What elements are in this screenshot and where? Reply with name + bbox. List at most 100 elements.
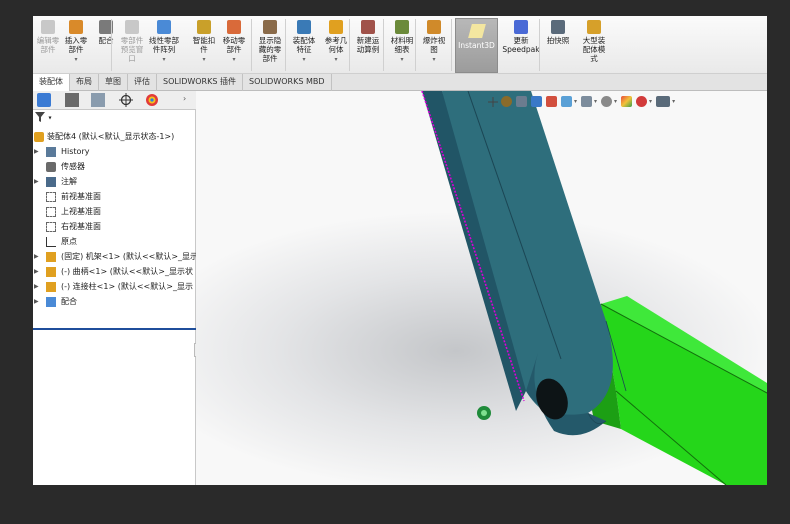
ribbon-button-14[interactable]: 更新 Speedpak — [501, 20, 541, 54]
ribbon-button-icon — [361, 20, 375, 34]
ribbon-button-label: 装配体 特征 — [292, 36, 316, 54]
tree-item[interactable]: 右视基准面 — [33, 219, 196, 234]
previous-view-icon[interactable] — [516, 95, 527, 107]
ribbon-button-12[interactable]: 爆炸视 图 ▾ — [419, 20, 449, 64]
tree-root[interactable]: 装配体4 (默认<默认_显示状态-1>) — [33, 129, 196, 144]
configuration-manager-tab-icon[interactable] — [91, 93, 105, 107]
ribbon-button-icon — [69, 20, 83, 34]
plane-icon — [46, 222, 56, 232]
part-icon — [46, 267, 56, 277]
panel-scroll-right-icon[interactable]: › — [183, 94, 186, 103]
dimxpert-tab-icon[interactable] — [119, 93, 133, 107]
ribbon-button-6[interactable]: 移动零 部件 ▾ — [219, 20, 249, 64]
tree-item[interactable]: ▶ (-) 曲柄<1> (默认<<默认>_显示状 — [33, 264, 196, 279]
section-view-icon[interactable] — [531, 95, 542, 107]
dropdown-arrow-icon[interactable]: ▾ — [302, 55, 305, 64]
filter-dropdown[interactable]: ▾ — [49, 115, 52, 122]
ribbon-button-11[interactable]: 材料明 细表 ▾ — [387, 20, 417, 64]
dropdown-arrow-icon[interactable]: ▾ — [202, 55, 205, 64]
rotation-center-icon-inner — [481, 410, 487, 416]
apply-scene-dropdown-icon[interactable]: ▾ — [649, 98, 652, 105]
annotation-icon — [46, 177, 56, 187]
tree-item-label: 注解 — [61, 177, 77, 186]
command-tab[interactable]: 草图 — [99, 74, 128, 91]
dropdown-arrow-icon[interactable]: ▾ — [334, 55, 337, 64]
green-part-face[interactable] — [601, 304, 767, 485]
tree-item[interactable]: ▶ 配合 — [33, 294, 196, 309]
ribbon-button-3[interactable]: 零部件 预览窗 口 — [117, 20, 147, 63]
tree-item[interactable]: ▶ 注解 — [33, 174, 196, 189]
hide-show-items-icon[interactable] — [601, 95, 613, 107]
expand-arrow-icon[interactable]: ▶ — [34, 174, 39, 189]
tree-item[interactable]: 上视基准面 — [33, 204, 196, 219]
ribbon-button-9[interactable]: 参考几 何体 ▾ — [321, 20, 351, 64]
command-tab[interactable]: SOLIDWORKS MBD — [243, 74, 332, 91]
ribbon-separator — [539, 19, 540, 71]
ribbon-button-label: 大型装 配体模 式 — [582, 36, 606, 63]
display-style-dropdown-icon[interactable]: ▾ — [594, 98, 597, 105]
hide-show-dropdown-icon[interactable]: ▾ — [614, 98, 617, 105]
ribbon-button-10[interactable]: 新建运 动算例 — [353, 20, 383, 54]
ribbon-button-label: 爆炸视 图 — [422, 36, 446, 54]
instant3d-button[interactable]: Instant3D — [455, 18, 498, 73]
ribbon-button-7[interactable]: 显示隐 藏的零 部件 — [255, 20, 285, 63]
command-tab[interactable]: 评估 — [128, 74, 157, 91]
ribbon-button-5[interactable]: 智能扣 件 ▾ — [189, 20, 219, 64]
tree-item-label: 配合 — [61, 297, 77, 306]
apply-scene-icon[interactable] — [636, 95, 648, 107]
ribbon-button-16[interactable]: 大型装 配体模 式 — [579, 20, 609, 63]
tree-item[interactable]: ▶ (固定) 机架<1> (默认<<默认>_显示 — [33, 249, 196, 264]
dropdown-arrow-icon[interactable]: ▾ — [162, 55, 165, 64]
graphics-viewport[interactable]: ▾ ▾ ▾ ▾ ▾ — [196, 91, 767, 485]
ribbon-button-icon — [41, 20, 55, 34]
view-orientation-dropdown-icon[interactable]: ▾ — [574, 98, 577, 105]
view-orientation-icon[interactable] — [561, 95, 572, 107]
expand-arrow-icon[interactable]: ▶ — [34, 249, 39, 264]
ribbon-button-1[interactable]: 插入零 部件 ▾ — [61, 20, 91, 64]
tree-item[interactable]: ▶ (-) 连接柱<1> (默认<<默认>_显示 — [33, 279, 196, 294]
ribbon-button-label: 移动零 部件 — [222, 36, 246, 54]
panel-divider — [33, 328, 196, 330]
ribbon-button-label: 参考几 何体 — [324, 36, 348, 54]
tree-item[interactable]: 传感器 — [33, 159, 196, 174]
expand-arrow-icon[interactable]: ▶ — [34, 294, 39, 309]
ribbon-button-4[interactable]: 线性零部 件阵列 ▾ — [149, 20, 179, 64]
zoom-to-fit-icon[interactable] — [488, 96, 498, 107]
model-scene[interactable] — [196, 91, 767, 485]
dropdown-arrow-icon[interactable]: ▾ — [432, 55, 435, 64]
tree-item-label: 右视基准面 — [61, 222, 101, 231]
tree-item[interactable]: ▶ History — [33, 144, 196, 159]
expand-arrow-icon[interactable]: ▶ — [34, 144, 39, 159]
assembly-icon — [34, 132, 44, 142]
dropdown-arrow-icon[interactable]: ▾ — [232, 55, 235, 64]
dropdown-arrow-icon[interactable]: ▾ — [400, 55, 403, 64]
tree-item[interactable]: 原点 — [33, 234, 196, 249]
display-style-icon[interactable] — [581, 95, 593, 107]
ribbon-button-icon — [157, 20, 171, 34]
tree-item-label: (-) 连接柱<1> (默认<<默认>_显示 — [61, 282, 193, 291]
zoom-area-icon[interactable] — [501, 95, 512, 107]
ribbon-button-label: 材料明 细表 — [390, 36, 414, 54]
panel-tab-bar: › — [33, 91, 196, 110]
tree-item[interactable]: 前视基准面 — [33, 189, 196, 204]
ribbon-button-label: 智能扣 件 — [192, 36, 216, 54]
tree-item-label: 上视基准面 — [61, 207, 101, 216]
expand-arrow-icon[interactable]: ▶ — [34, 264, 39, 279]
expand-arrow-icon[interactable]: ▶ — [34, 279, 39, 294]
display-manager-tab-icon[interactable] — [145, 93, 159, 107]
feature-manager-tab-icon[interactable] — [37, 93, 51, 107]
ribbon-button-0[interactable]: 编辑零 部件 — [33, 20, 63, 54]
property-manager-tab-icon[interactable] — [65, 93, 79, 107]
ribbon-button-15[interactable]: 拍快照 — [543, 20, 573, 45]
command-tab[interactable]: 装配体 — [33, 74, 70, 91]
command-tab[interactable]: 布局 — [70, 74, 99, 91]
tree-filter[interactable]: ▾ — [33, 112, 196, 126]
view-settings-dropdown-icon[interactable]: ▾ — [672, 98, 675, 105]
dropdown-arrow-icon[interactable]: ▾ — [74, 55, 77, 64]
crank-link-face[interactable] — [442, 91, 613, 420]
ribbon-button-8[interactable]: 装配体 特征 ▾ — [289, 20, 319, 64]
edit-appearance-icon[interactable] — [621, 95, 633, 107]
dynamic-annotation-icon[interactable] — [546, 95, 557, 107]
command-tab[interactable]: SOLIDWORKS 插件 — [157, 74, 243, 91]
view-settings-icon[interactable] — [656, 95, 671, 107]
